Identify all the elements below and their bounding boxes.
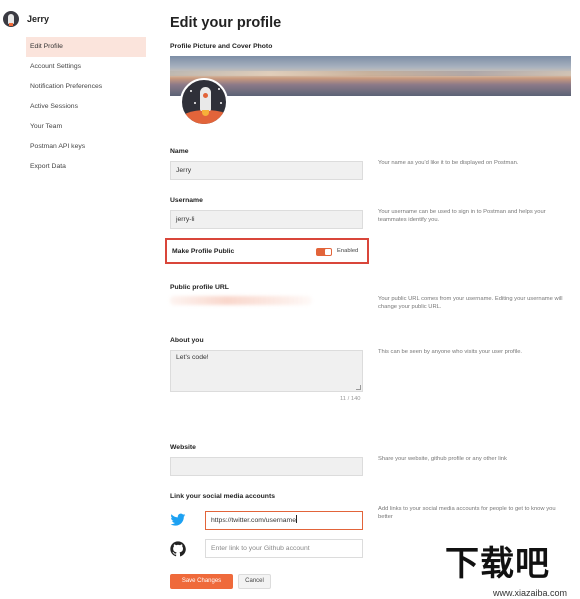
sidebar-item-export-data[interactable]: Export Data: [26, 157, 146, 177]
github-icon: [170, 541, 186, 557]
username-field[interactable]: jerry-li: [170, 210, 363, 229]
twitter-icon: [170, 512, 186, 528]
settings-nav: Edit Profile Account Settings Notificati…: [26, 37, 146, 177]
website-hint: Share your website, github profile or an…: [378, 456, 507, 462]
make-profile-public-label: Make Profile Public: [172, 248, 235, 255]
text-caret: [296, 515, 297, 523]
social-hint: Add links to your social media accounts …: [378, 506, 556, 520]
public-url-value: [170, 296, 312, 305]
rocket-icon: [200, 87, 211, 111]
sidebar: Jerry Edit Profile Account Settings Noti…: [0, 0, 160, 599]
twitter-url: https://twitter.com/username: [211, 517, 296, 524]
username-label: Username: [170, 197, 203, 204]
public-url-hint: Your public URL comes from your username…: [378, 296, 563, 310]
watermark-title: 下载吧: [445, 544, 550, 584]
sidebar-item-active-sessions[interactable]: Active Sessions: [26, 97, 146, 117]
sidebar-item-your-team[interactable]: Your Team: [26, 117, 146, 137]
twitter-field[interactable]: https://twitter.com/username: [205, 511, 363, 530]
page-title: Edit your profile: [170, 15, 282, 31]
name-label: Name: [170, 148, 189, 155]
about-label: About you: [170, 337, 204, 344]
public-url-label: Public profile URL: [170, 284, 229, 291]
sidebar-item-account-settings[interactable]: Account Settings: [26, 57, 146, 77]
resize-handle[interactable]: [356, 385, 361, 390]
sidebar-item-api-keys[interactable]: Postman API keys: [26, 137, 146, 157]
website-field[interactable]: [170, 457, 363, 476]
save-changes-button[interactable]: Save Changes: [170, 574, 233, 589]
about-text: Let's code!: [176, 354, 209, 361]
watermark: 下载吧 www.xiazaiba.com: [443, 542, 580, 599]
cover-photo[interactable]: [170, 56, 571, 96]
about-textarea[interactable]: Let's code!: [170, 350, 363, 392]
username-hint: Your username can be used to sign in to …: [378, 209, 546, 223]
user-name: Jerry: [27, 14, 50, 24]
toggle-status: Enabled: [337, 248, 359, 254]
sidebar-item-notification-preferences[interactable]: Notification Preferences: [26, 77, 146, 97]
about-char-counter: 11 / 140: [340, 396, 361, 402]
watermark-url: www.xiazaiba.com: [493, 588, 568, 598]
cancel-button[interactable]: Cancel: [238, 574, 271, 589]
github-field[interactable]: Enter link to your Github account: [205, 539, 363, 558]
make-profile-public-highlight: Make Profile Public Enabled: [165, 238, 369, 264]
avatar: [3, 11, 19, 27]
user-header[interactable]: Jerry: [3, 11, 49, 27]
about-hint: This can be seen by anyone who visits yo…: [378, 349, 523, 355]
social-label: Link your social media accounts: [170, 493, 276, 500]
name-field[interactable]: Jerry: [170, 161, 363, 180]
public-profile-toggle[interactable]: [316, 248, 332, 256]
name-hint: Your name as you'd like it to be display…: [378, 160, 519, 166]
github-placeholder: Enter link to your Github account: [211, 545, 310, 552]
sidebar-item-edit-profile[interactable]: Edit Profile: [26, 37, 146, 57]
website-label: Website: [170, 444, 196, 451]
profile-avatar[interactable]: [180, 78, 228, 126]
profile-picture-label: Profile Picture and Cover Photo: [170, 43, 273, 50]
